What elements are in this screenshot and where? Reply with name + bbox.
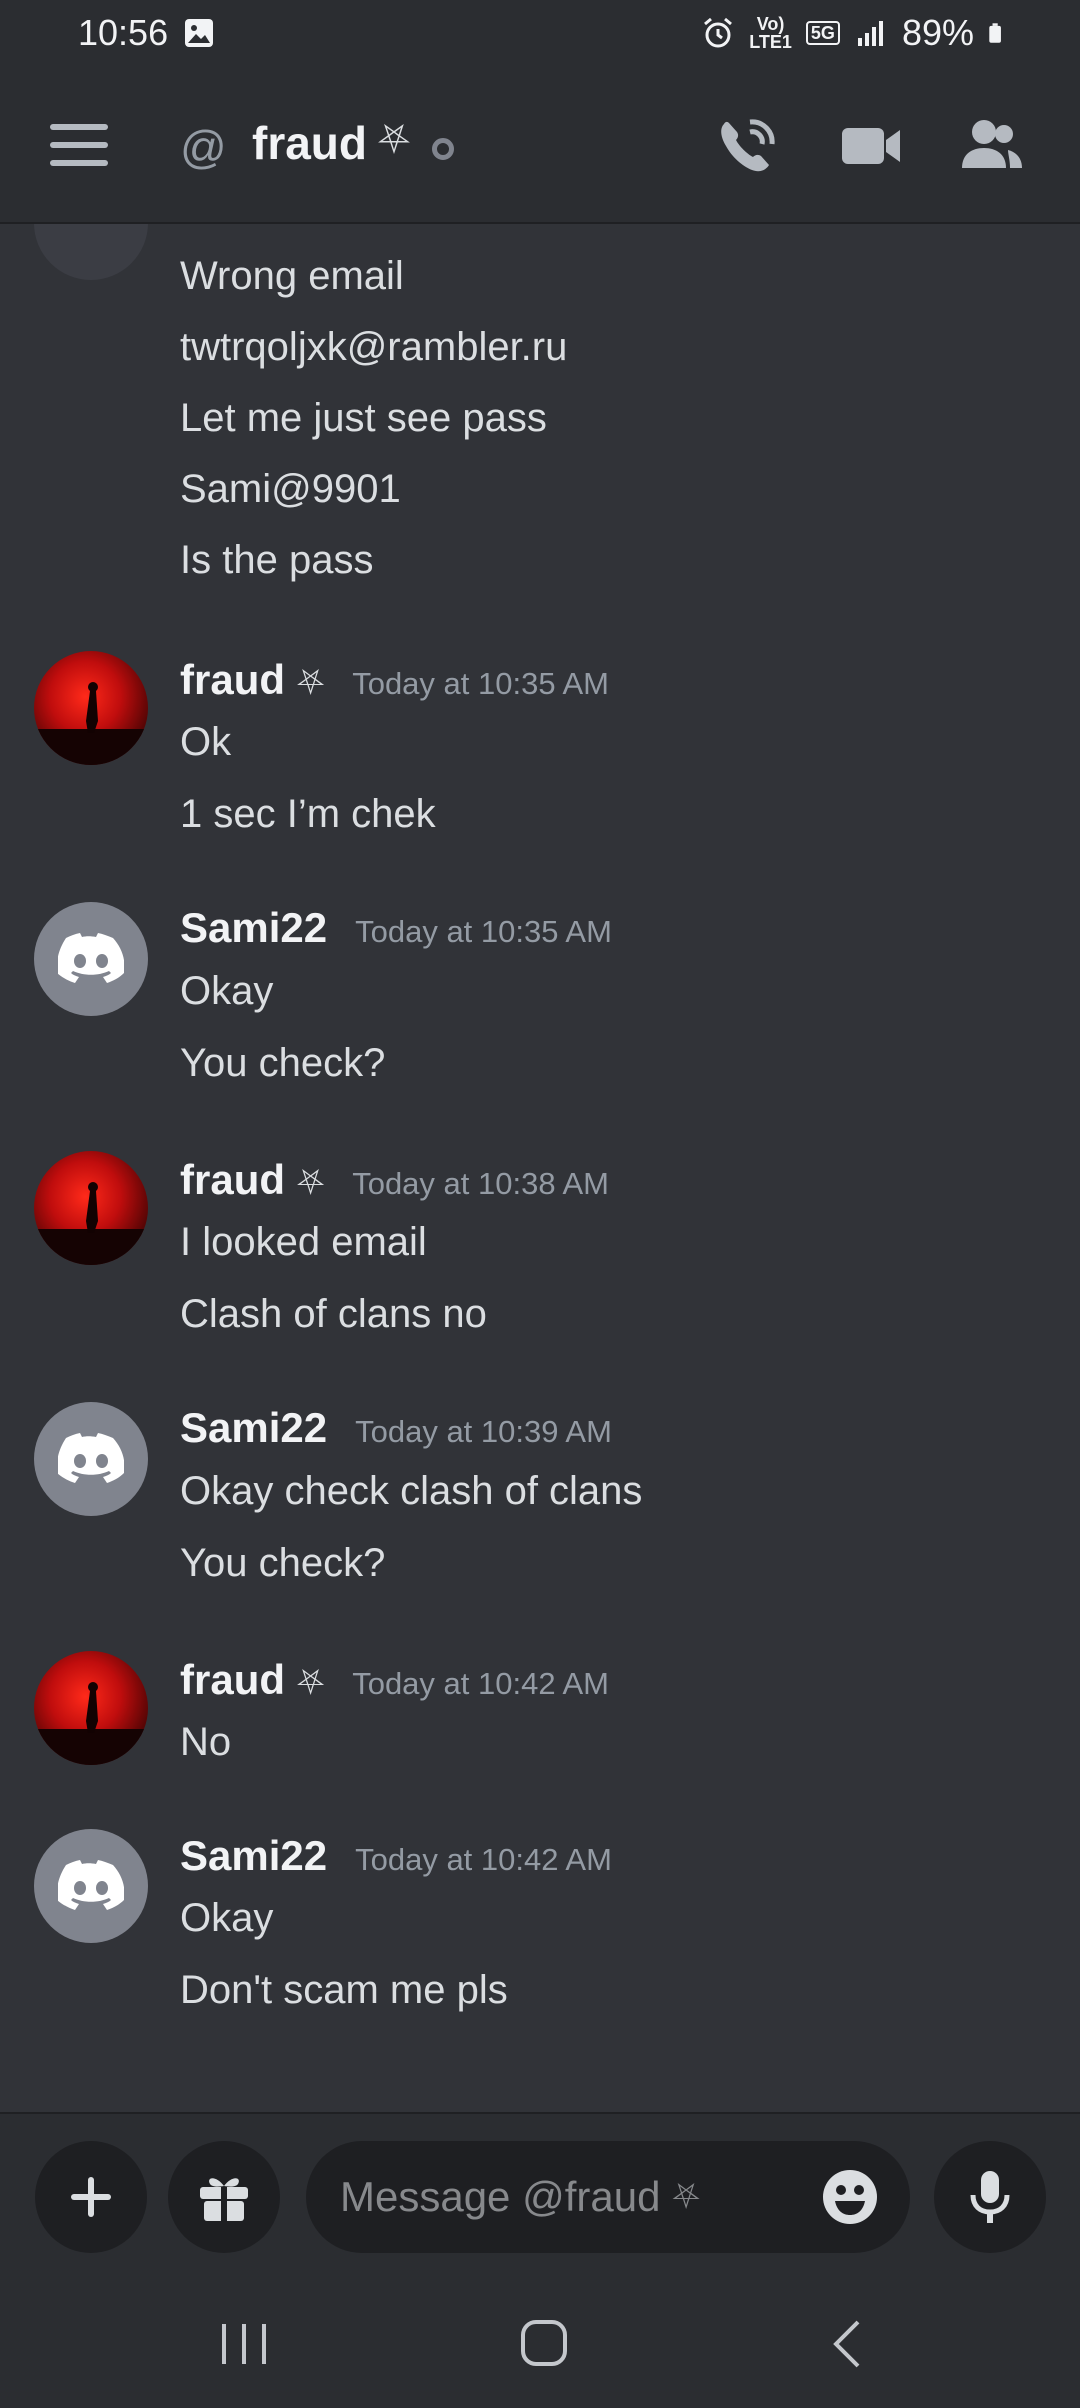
author-name[interactable]: fraud bbox=[180, 1656, 285, 1704]
add-attachment-button[interactable] bbox=[35, 2141, 147, 2253]
message-placeholder: Message @fraud bbox=[340, 2173, 661, 2220]
pentagram-icon: ⛧ bbox=[672, 2177, 700, 2216]
message-header: fraud ⛧ Today at 10:42 AM bbox=[180, 1656, 609, 1704]
offline-status-icon bbox=[432, 138, 454, 160]
message-composer: Message @fraud ⛧ bbox=[0, 2112, 1080, 2280]
user-avatar[interactable] bbox=[34, 1402, 148, 1516]
at-sign-icon: @ bbox=[180, 121, 227, 173]
message-text: No bbox=[180, 1720, 232, 1764]
gift-nitro-button[interactable] bbox=[168, 2141, 280, 2253]
user-avatar[interactable] bbox=[34, 1151, 148, 1265]
network-type-badge: 5G bbox=[805, 21, 840, 45]
avatar-figure-icon bbox=[34, 1182, 148, 1265]
message-timestamp: Today at 10:42 AM bbox=[352, 1666, 609, 1701]
plus-icon bbox=[71, 2177, 111, 2217]
message-text: Clash of clans no bbox=[180, 1292, 487, 1336]
author-name[interactable]: Sami22 bbox=[180, 1404, 327, 1452]
message-input[interactable]: Message @fraud ⛧ bbox=[306, 2141, 910, 2253]
author-name[interactable]: fraud bbox=[180, 656, 285, 704]
clock: 10:56 bbox=[78, 12, 169, 53]
gallery-notification-icon bbox=[185, 19, 214, 47]
pentagram-icon: ⛧ bbox=[297, 1664, 325, 1702]
alarm-icon bbox=[704, 17, 733, 48]
system-navigation-bar bbox=[0, 2280, 1080, 2408]
author-name[interactable]: Sami22 bbox=[180, 1832, 327, 1880]
message-text: Is the pass bbox=[180, 538, 374, 582]
microphone-icon bbox=[970, 2171, 1010, 2223]
message-text: Sami@9901 bbox=[180, 467, 401, 511]
hamburger-menu-icon[interactable] bbox=[50, 124, 108, 166]
message-timestamp: Today at 10:38 AM bbox=[352, 1166, 609, 1201]
home-icon[interactable] bbox=[515, 2316, 575, 2372]
message-text: I looked email bbox=[180, 1220, 427, 1264]
battery-percent: 89% bbox=[901, 12, 974, 53]
author-name[interactable]: fraud bbox=[180, 1156, 285, 1204]
user-avatar[interactable] bbox=[34, 1829, 148, 1943]
message-text: You check? bbox=[180, 1541, 386, 1585]
status-bar: 10:56 Vo) LTE1 5G 89% bbox=[0, 0, 1080, 66]
message-timestamp: Today at 10:42 AM bbox=[355, 1842, 612, 1877]
message-timestamp: Today at 10:35 AM bbox=[355, 914, 612, 949]
voice-message-button[interactable] bbox=[934, 2141, 1046, 2253]
avatar-figure-icon bbox=[34, 1682, 148, 1765]
discord-logo-icon bbox=[58, 933, 124, 983]
message-text: 1 sec I’m chek bbox=[180, 792, 436, 836]
user-avatar[interactable] bbox=[34, 651, 148, 765]
member-list-icon[interactable] bbox=[960, 116, 1024, 176]
back-icon[interactable] bbox=[818, 2316, 878, 2372]
author-name[interactable]: Sami22 bbox=[180, 904, 327, 952]
message-text: Wrong email bbox=[180, 254, 404, 298]
discord-logo-icon bbox=[58, 1433, 124, 1483]
signal-icon bbox=[857, 21, 883, 46]
message-header: Sami22 Today at 10:42 AM bbox=[180, 1832, 612, 1880]
message-header: Sami22 Today at 10:35 AM bbox=[180, 904, 612, 952]
discord-logo-icon bbox=[58, 1860, 124, 1910]
volte-indicator: Vo) LTE1 bbox=[749, 14, 792, 52]
avatar bbox=[34, 224, 148, 280]
message-list[interactable]: Wrong email twtrqoljxk@rambler.ru Let me… bbox=[0, 224, 1080, 2110]
message-text: Okay check clash of clans bbox=[180, 1469, 643, 1513]
message-text: Ok bbox=[180, 720, 232, 764]
message-timestamp: Today at 10:39 AM bbox=[355, 1414, 612, 1449]
recent-apps-icon[interactable] bbox=[214, 2316, 274, 2372]
message-text: You check? bbox=[180, 1041, 386, 1085]
pentagram-icon: ⛧ bbox=[297, 1164, 325, 1202]
channel-header: @ fraud ⛧ bbox=[0, 66, 1080, 224]
message-text: Okay bbox=[180, 969, 274, 1013]
pentagram-icon: ⛧ bbox=[378, 118, 410, 162]
gift-icon bbox=[200, 2178, 248, 2221]
user-avatar[interactable] bbox=[34, 902, 148, 1016]
user-avatar[interactable] bbox=[34, 1651, 148, 1765]
dm-title[interactable]: fraud bbox=[252, 116, 367, 170]
battery-icon bbox=[989, 23, 1001, 43]
message-header: fraud ⛧ Today at 10:38 AM bbox=[180, 1156, 609, 1204]
avatar-figure-icon bbox=[34, 682, 148, 765]
message-text: Let me just see pass bbox=[180, 396, 547, 440]
message-text: Don't scam me pls bbox=[180, 1968, 508, 2012]
emoji-picker-icon[interactable] bbox=[820, 2167, 880, 2227]
message-header: fraud ⛧ Today at 10:35 AM bbox=[180, 656, 609, 704]
message-timestamp: Today at 10:35 AM bbox=[352, 666, 609, 701]
pentagram-icon: ⛧ bbox=[297, 664, 325, 702]
message-text: Okay bbox=[180, 1896, 274, 1940]
voice-call-icon[interactable] bbox=[714, 116, 778, 176]
message-header: Sami22 Today at 10:39 AM bbox=[180, 1404, 612, 1452]
video-call-icon[interactable] bbox=[840, 116, 904, 176]
message-text: twtrqoljxk@rambler.ru bbox=[180, 325, 568, 369]
